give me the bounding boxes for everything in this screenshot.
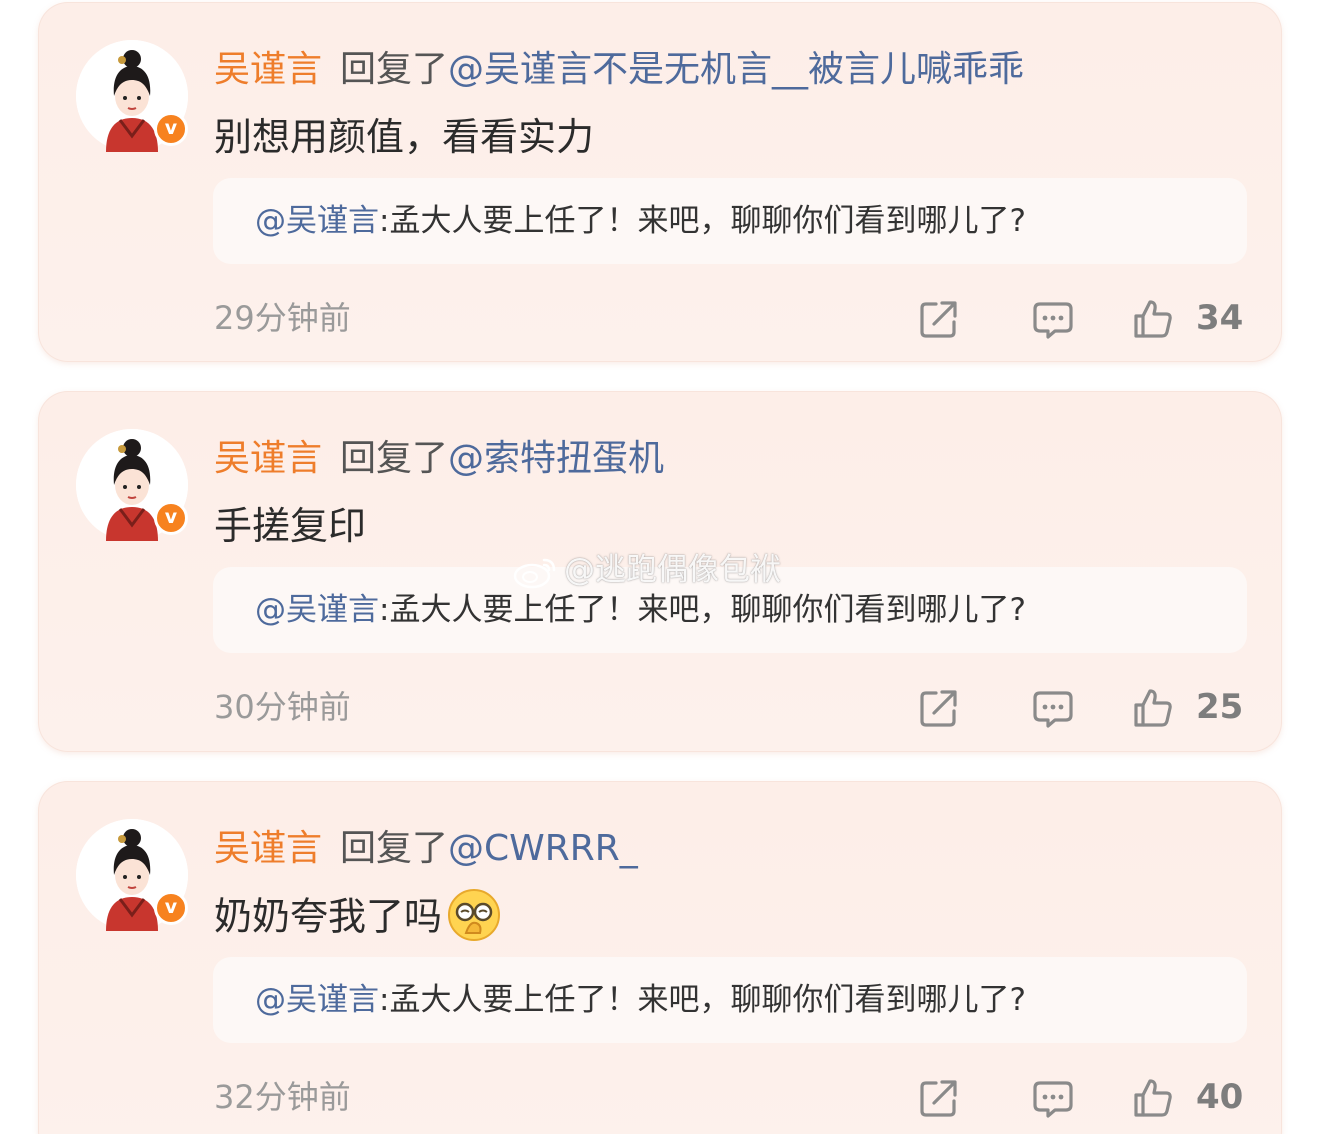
shy-glasses-face-emoji-icon xyxy=(448,889,501,941)
username-link[interactable]: 吴谨言 xyxy=(214,828,322,869)
quoted-post[interactable]: @吴谨言:孟大人要上任了！来吧，聊聊你们看到哪儿了? xyxy=(213,178,1247,264)
comment-footer: 32分钟前 40 xyxy=(214,1073,1248,1121)
comment-icon xyxy=(1033,691,1073,728)
quoted-post-text: :孟大人要上任了！来吧，聊聊你们看到哪儿了? xyxy=(379,982,1026,1018)
comment-feed: v 吴谨言 回复了@吴谨言不是无机言__被言儿喊乖乖 别想用颜值，看看实力 @吴谨… xyxy=(0,0,1320,1134)
quoted-post[interactable]: @吴谨言:孟大人要上任了！来吧，聊聊你们看到哪儿了? xyxy=(213,567,1247,653)
share-icon xyxy=(920,690,957,727)
comment-icon xyxy=(1033,302,1073,339)
share-icon xyxy=(920,1080,957,1117)
share-button[interactable] xyxy=(918,687,960,729)
timestamp: 30分钟前 xyxy=(214,688,351,726)
like-count: 25 xyxy=(1196,687,1244,727)
comment-button[interactable] xyxy=(1032,1077,1074,1119)
share-button[interactable] xyxy=(918,1077,960,1119)
like-button[interactable]: 25 xyxy=(1132,687,1243,729)
quoted-post-text: :孟大人要上任了！来吧，聊聊你们看到哪儿了? xyxy=(379,592,1026,628)
comment-icon xyxy=(1033,1081,1073,1118)
like-count: 40 xyxy=(1196,1077,1244,1117)
verified-badge-icon: v xyxy=(154,891,188,925)
comment-text: 别想用颜值，看看实力 xyxy=(214,115,595,159)
comment-text: 手搓复印 xyxy=(214,504,367,548)
comment-card: v 吴谨言 回复了@吴谨言不是无机言__被言儿喊乖乖 别想用颜值，看看实力 @吴谨… xyxy=(38,2,1282,362)
quoted-author-mention[interactable]: @吴谨言 xyxy=(255,203,379,239)
comment-text: 奶奶夸我了吗 xyxy=(214,889,502,947)
reply-label: 回复了 xyxy=(340,49,449,90)
comment-text-content: 奶奶夸我了吗 xyxy=(214,894,443,939)
reply-to-mention-link[interactable]: @吴谨言不是无机言__被言儿喊乖乖 xyxy=(448,49,1024,90)
share-button[interactable] xyxy=(918,298,960,340)
comment-footer: 29分钟前 34 xyxy=(214,294,1248,342)
quoted-post[interactable]: @吴谨言:孟大人要上任了！来吧，聊聊你们看到哪儿了? xyxy=(213,957,1247,1043)
username-link[interactable]: 吴谨言 xyxy=(214,438,322,479)
comment-card: v 吴谨言 回复了@索特扭蛋机 手搓复印 @吴谨言:孟大人要上任了！来吧，聊聊你们… xyxy=(38,391,1282,752)
username-link[interactable]: 吴谨言 xyxy=(214,49,322,90)
like-button[interactable]: 34 xyxy=(1132,298,1243,340)
comment-header: 吴谨言 回复了@索特扭蛋机 xyxy=(214,435,664,483)
comment-button[interactable] xyxy=(1032,687,1074,729)
comment-header: 吴谨言 回复了@CWRRR_ xyxy=(214,825,638,873)
reply-label: 回复了 xyxy=(340,438,449,479)
like-button[interactable]: 40 xyxy=(1132,1077,1243,1119)
timestamp: 32分钟前 xyxy=(214,1078,351,1116)
comment-footer: 30分钟前 25 xyxy=(214,683,1248,731)
like-count: 34 xyxy=(1196,298,1244,338)
verified-badge-icon: v xyxy=(154,501,188,535)
comment-header: 吴谨言 回复了@吴谨言不是无机言__被言儿喊乖乖 xyxy=(214,46,1024,94)
avatar[interactable]: v xyxy=(76,40,188,152)
quoted-post-text: :孟大人要上任了！来吧，聊聊你们看到哪儿了? xyxy=(379,203,1026,239)
thumbs-up-icon xyxy=(1134,1079,1172,1117)
quoted-author-mention[interactable]: @吴谨言 xyxy=(255,592,379,628)
reply-to-mention-link[interactable]: @索特扭蛋机 xyxy=(448,438,664,479)
verified-badge-icon: v xyxy=(154,112,188,146)
timestamp: 29分钟前 xyxy=(214,299,351,337)
reply-to-mention-link[interactable]: @CWRRR_ xyxy=(448,828,638,869)
thumbs-up-icon xyxy=(1134,689,1172,727)
share-icon xyxy=(920,301,957,338)
comment-button[interactable] xyxy=(1032,298,1074,340)
quoted-author-mention[interactable]: @吴谨言 xyxy=(255,982,379,1018)
thumbs-up-icon xyxy=(1134,300,1172,338)
avatar[interactable]: v xyxy=(76,429,188,541)
comment-card: v 吴谨言 回复了@CWRRR_ 奶奶夸我了吗 @吴谨言:孟大人要上任了！来吧，聊… xyxy=(38,781,1282,1134)
reply-label: 回复了 xyxy=(340,828,449,869)
avatar[interactable]: v xyxy=(76,819,188,931)
